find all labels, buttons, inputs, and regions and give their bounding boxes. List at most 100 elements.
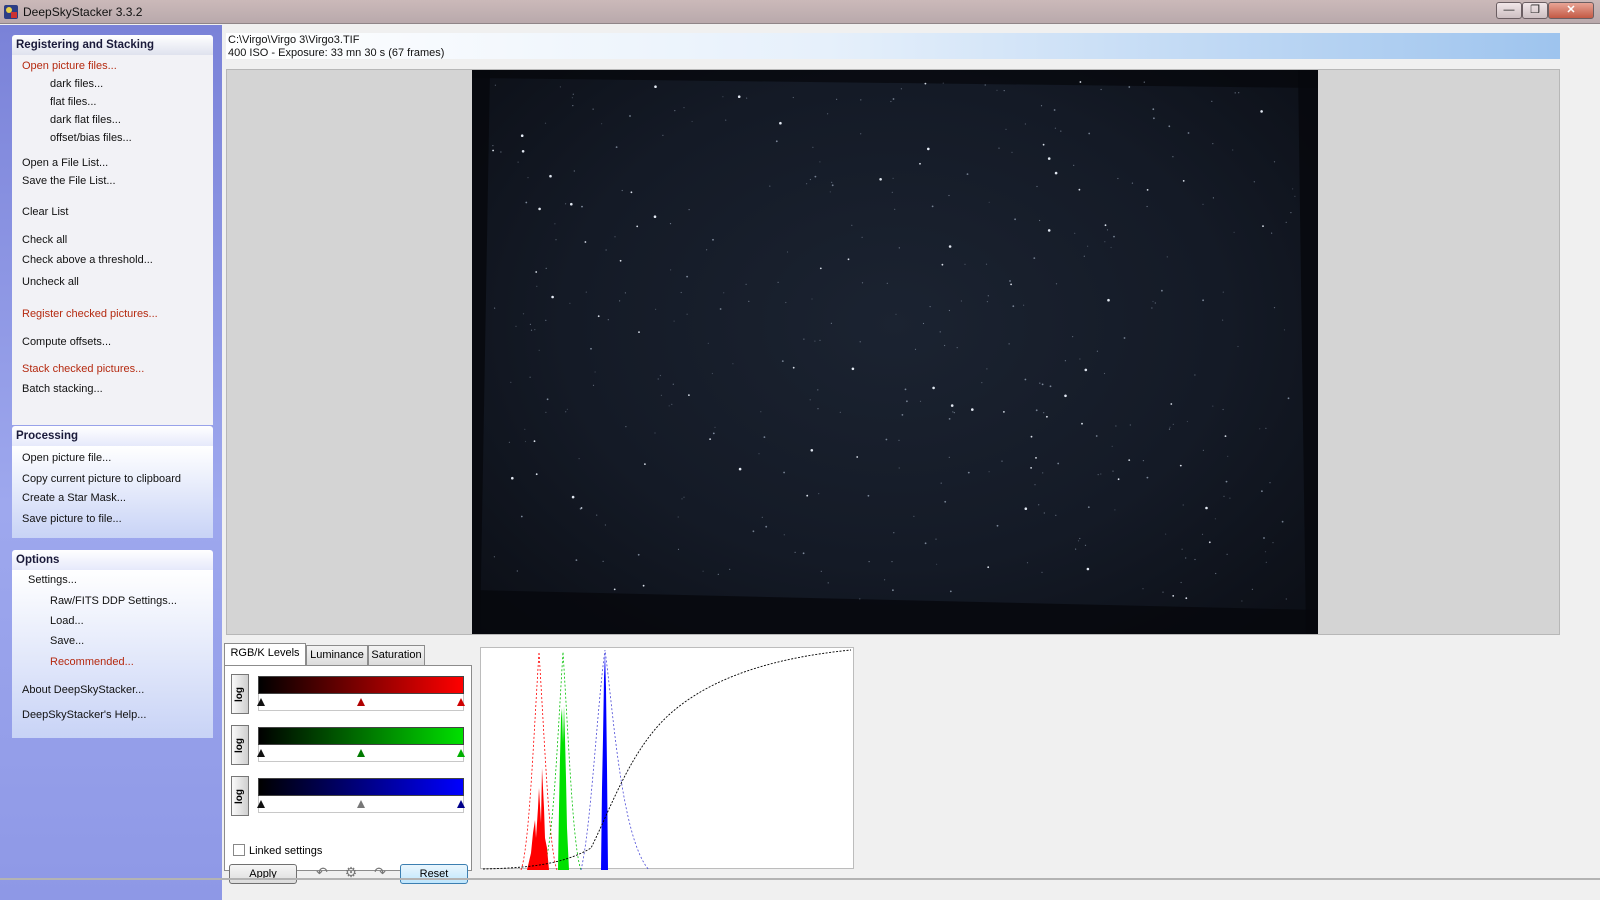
linked-settings[interactable]: Linked settings bbox=[233, 844, 322, 857]
uncheck-all-link[interactable]: Uncheck all bbox=[22, 276, 79, 288]
star bbox=[1241, 600, 1243, 602]
blue-black-handle[interactable] bbox=[257, 800, 265, 808]
star bbox=[597, 315, 600, 318]
star bbox=[515, 325, 517, 327]
copy-to-clipboard-link[interactable]: Copy current picture to clipboard bbox=[22, 473, 181, 485]
star bbox=[546, 398, 549, 401]
dark-flat-files-link[interactable]: dark flat files... bbox=[50, 114, 121, 126]
check-all-link[interactable]: Check all bbox=[22, 234, 67, 246]
star bbox=[1010, 283, 1012, 286]
blue-log-toggle[interactable]: log bbox=[231, 776, 249, 816]
star bbox=[1064, 360, 1066, 362]
star bbox=[1001, 460, 1003, 462]
star bbox=[859, 341, 861, 343]
star bbox=[1172, 595, 1175, 597]
maximize-button[interactable]: ❐ bbox=[1522, 2, 1548, 19]
raw-fits-ddp-settings-link[interactable]: Raw/FITS DDP Settings... bbox=[50, 595, 177, 607]
save-file-list-link[interactable]: Save the File List... bbox=[22, 175, 116, 187]
star bbox=[1104, 224, 1107, 227]
star bbox=[1285, 221, 1287, 223]
settings-link[interactable]: Settings... bbox=[28, 574, 77, 586]
options-header: Options bbox=[12, 550, 213, 570]
star bbox=[851, 367, 855, 371]
star bbox=[1097, 474, 1099, 476]
star bbox=[686, 275, 688, 278]
blue-white-handle[interactable] bbox=[457, 800, 465, 808]
open-picture-file-link[interactable]: Open picture file... bbox=[22, 452, 111, 464]
star bbox=[1151, 307, 1153, 309]
reset-button[interactable]: Reset bbox=[400, 864, 468, 884]
star bbox=[914, 348, 917, 350]
image-viewer[interactable] bbox=[226, 69, 1560, 635]
star bbox=[1024, 507, 1028, 511]
star bbox=[1187, 132, 1190, 134]
check-above-threshold-link[interactable]: Check above a threshold... bbox=[22, 254, 153, 266]
star bbox=[707, 342, 709, 344]
star bbox=[738, 467, 742, 471]
stack-checked-link[interactable]: Stack checked pictures... bbox=[22, 363, 144, 375]
star bbox=[1194, 558, 1196, 561]
stacked-image[interactable] bbox=[472, 70, 1318, 634]
star bbox=[786, 251, 789, 253]
star bbox=[859, 598, 861, 600]
help-link[interactable]: DeepSkyStacker's Help... bbox=[22, 709, 146, 721]
open-file-list-link[interactable]: Open a File List... bbox=[22, 157, 108, 169]
star bbox=[1087, 506, 1090, 509]
clear-list-link[interactable]: Clear List bbox=[22, 206, 68, 218]
star bbox=[1024, 378, 1027, 381]
minimize-button[interactable]: — bbox=[1496, 2, 1522, 19]
blue-mid-handle[interactable] bbox=[357, 800, 365, 808]
star bbox=[1036, 185, 1038, 188]
offset-bias-files-link[interactable]: offset/bias files... bbox=[50, 132, 132, 144]
apply-button[interactable]: Apply bbox=[229, 864, 297, 884]
dark-files-link[interactable]: dark files... bbox=[50, 78, 103, 90]
load-link[interactable]: Load... bbox=[50, 615, 84, 627]
register-checked-link[interactable]: Register checked pictures... bbox=[22, 308, 158, 320]
star bbox=[986, 368, 988, 370]
star-field bbox=[472, 70, 1318, 634]
histogram[interactable] bbox=[480, 647, 854, 871]
red-white-handle[interactable] bbox=[457, 698, 465, 706]
green-black-handle[interactable] bbox=[257, 749, 265, 757]
green-mid-handle[interactable] bbox=[357, 749, 365, 757]
recommended-link[interactable]: Recommended... bbox=[50, 656, 134, 668]
star bbox=[1180, 581, 1182, 584]
tab-luminance[interactable]: Luminance bbox=[306, 645, 368, 665]
linked-settings-checkbox[interactable] bbox=[233, 844, 245, 856]
star bbox=[1081, 422, 1083, 425]
about-link[interactable]: About DeepSkyStacker... bbox=[22, 684, 144, 696]
star bbox=[792, 366, 795, 369]
star bbox=[967, 471, 970, 474]
star bbox=[1237, 345, 1239, 348]
compute-offsets-link[interactable]: Compute offsets... bbox=[22, 336, 111, 348]
red-log-toggle[interactable]: log bbox=[231, 674, 249, 714]
star bbox=[1201, 533, 1204, 535]
red-black-handle[interactable] bbox=[257, 698, 265, 706]
star bbox=[1123, 337, 1126, 339]
star bbox=[986, 301, 989, 303]
star bbox=[538, 349, 540, 351]
registering-body: Open picture files... dark files... flat… bbox=[12, 55, 213, 425]
green-log-toggle[interactable]: log bbox=[231, 725, 249, 765]
star bbox=[752, 530, 755, 533]
close-button[interactable]: ✕ bbox=[1548, 2, 1594, 19]
star bbox=[761, 516, 763, 518]
green-white-handle[interactable] bbox=[457, 749, 465, 757]
tab-rgb-levels[interactable]: RGB/K Levels bbox=[224, 643, 306, 665]
red-mid-handle[interactable] bbox=[357, 698, 365, 706]
save-link[interactable]: Save... bbox=[50, 635, 84, 647]
tab-saturation[interactable]: Saturation bbox=[368, 645, 425, 665]
star bbox=[898, 467, 900, 469]
star bbox=[929, 306, 931, 308]
star bbox=[996, 89, 998, 91]
create-star-mask-link[interactable]: Create a Star Mask... bbox=[22, 492, 126, 504]
star bbox=[644, 463, 646, 465]
batch-stacking-link[interactable]: Batch stacking... bbox=[22, 383, 103, 395]
open-picture-files-link[interactable]: Open picture files... bbox=[22, 60, 117, 72]
star bbox=[1153, 117, 1155, 120]
save-picture-link[interactable]: Save picture to file... bbox=[22, 513, 122, 525]
flat-files-link[interactable]: flat files... bbox=[50, 96, 96, 108]
star bbox=[1039, 219, 1041, 222]
star bbox=[671, 403, 673, 405]
star bbox=[723, 292, 725, 294]
